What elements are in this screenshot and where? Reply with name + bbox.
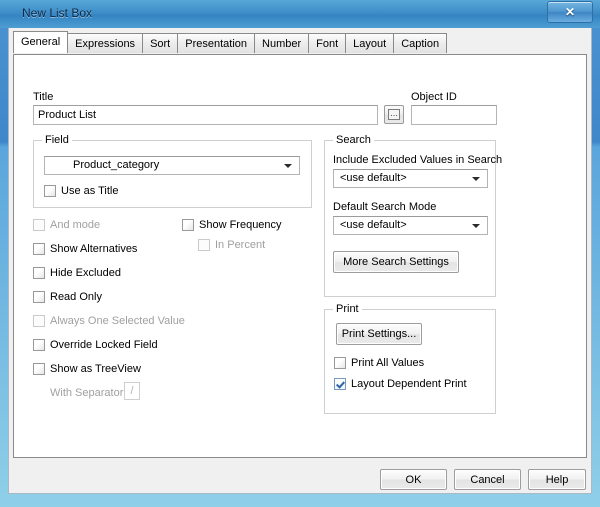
tab-number[interactable]: Number <box>254 33 310 53</box>
show-frequency-checkbox[interactable] <box>182 219 194 231</box>
in-percent-label: In Percent <box>215 239 266 251</box>
tab-panel-general: Title ⋯ Object ID Field Product_category… <box>13 54 587 458</box>
always-one-selected-value-label: Always One Selected Value <box>50 315 185 327</box>
override-locked-field-checkbox[interactable] <box>33 339 45 351</box>
tab-label: Sort <box>150 38 171 50</box>
tab-label: Presentation <box>185 38 248 50</box>
include-excluded-combo[interactable]: <use default> <box>333 169 488 188</box>
tab-sort[interactable]: Sort <box>142 33 179 53</box>
title-browse-button[interactable]: ⋯ <box>384 105 404 124</box>
default-search-mode-combo[interactable]: <use default> <box>333 216 488 235</box>
show-frequency-label: Show Frequency <box>199 219 282 231</box>
print-all-values-label: Print All Values <box>351 357 425 369</box>
chevron-down-icon <box>284 163 292 168</box>
tab-label: Expressions <box>75 38 136 50</box>
search-group-title: Search <box>333 134 374 146</box>
tab-caption[interactable]: Caption <box>393 33 448 53</box>
dialog-body: General Expressions Sort Presentation Number… <box>8 28 592 494</box>
tab-label: Layout <box>353 38 387 50</box>
hide-excluded-label: Hide Excluded <box>50 267 121 279</box>
tab-label: Font <box>316 38 339 50</box>
print-settings-button[interactable]: Print Settings... <box>336 323 422 345</box>
close-icon: ✕ <box>564 5 576 19</box>
tab-strip: General Expressions Sort Presentation Number… <box>13 31 448 55</box>
chevron-down-icon <box>472 176 480 181</box>
dialog-window: New List Box ✕ General Expressions Sort Pre… <box>0 0 600 507</box>
in-percent-checkbox <box>198 239 210 251</box>
read-only-label: Read Only <box>50 291 102 303</box>
tab-presentation[interactable]: Presentation <box>177 33 256 53</box>
and-mode-label: And mode <box>50 219 101 231</box>
show-alternatives-checkbox[interactable] <box>33 243 45 255</box>
ok-button[interactable]: OK <box>380 469 447 490</box>
field-combo[interactable]: Product_category <box>44 156 300 175</box>
show-alternatives-label: Show Alternatives <box>50 243 138 255</box>
close-button[interactable]: ✕ <box>547 1 593 23</box>
field-combo-value: Product_category <box>73 159 160 171</box>
title-bar: New List Box ✕ <box>0 0 600 28</box>
field-group-title: Field <box>42 134 72 146</box>
tab-label: Caption <box>401 38 440 50</box>
use-as-title-checkbox[interactable] <box>44 185 56 197</box>
include-excluded-value: <use default> <box>340 172 407 184</box>
hide-excluded-checkbox[interactable] <box>33 267 45 279</box>
with-separator-label: With Separator <box>50 387 124 399</box>
tab-expressions[interactable]: Expressions <box>67 33 144 53</box>
more-search-settings-button[interactable]: More Search Settings <box>333 251 459 273</box>
layout-dependent-print-checkbox[interactable] <box>334 378 346 390</box>
default-search-mode-value: <use default> <box>340 219 407 231</box>
window-title: New List Box <box>22 6 93 20</box>
ellipsis-icon: ⋯ <box>388 109 400 120</box>
show-as-treeview-label: Show as TreeView <box>50 363 141 375</box>
with-separator-input: / <box>124 382 140 400</box>
chevron-down-icon <box>472 223 480 228</box>
always-one-selected-value-checkbox <box>33 315 45 327</box>
cancel-button[interactable]: Cancel <box>454 469 521 490</box>
print-group-title: Print <box>333 303 362 315</box>
tab-font[interactable]: Font <box>308 33 347 53</box>
show-as-treeview-checkbox[interactable] <box>33 363 45 375</box>
override-locked-field-label: Override Locked Field <box>50 339 158 351</box>
title-field-label: Title <box>33 91 54 103</box>
use-as-title-label: Use as Title <box>61 185 119 197</box>
tab-label: General <box>21 36 61 48</box>
layout-dependent-print-label: Layout Dependent Print <box>351 378 467 390</box>
include-excluded-label: Include Excluded Values in Search <box>333 154 503 166</box>
title-input[interactable] <box>33 105 378 125</box>
and-mode-checkbox <box>33 219 45 231</box>
read-only-checkbox[interactable] <box>33 291 45 303</box>
tab-label: Number <box>262 38 302 50</box>
help-button[interactable]: Help <box>528 469 586 490</box>
tab-general[interactable]: General <box>13 31 69 53</box>
object-id-label: Object ID <box>411 91 457 103</box>
print-all-values-checkbox[interactable] <box>334 357 346 369</box>
tab-layout[interactable]: Layout <box>345 33 395 53</box>
object-id-input[interactable] <box>411 105 497 125</box>
default-search-mode-label: Default Search Mode <box>333 201 437 213</box>
